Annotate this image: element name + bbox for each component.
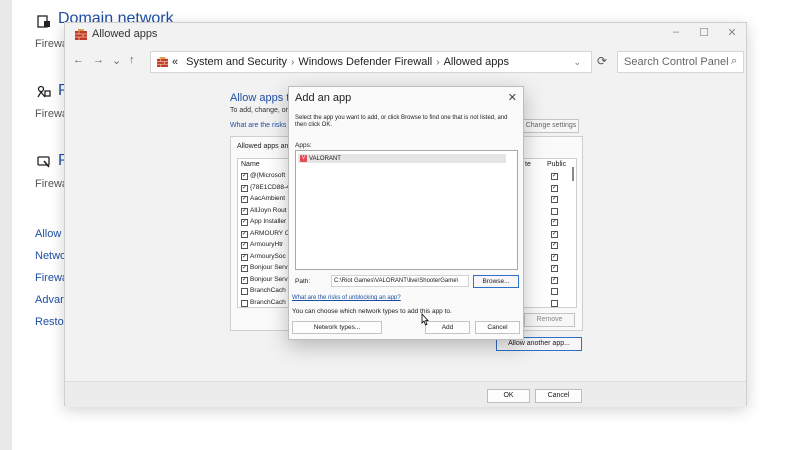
row-app-name: Bonjour Serv (250, 264, 288, 271)
firewall-small-icon (157, 57, 168, 67)
allow-apps-heading: Allow apps to (230, 92, 296, 104)
path-field[interactable]: C:\Riot Games\VALORANT\live\ShooterGame\ (331, 275, 469, 287)
row-checkbox[interactable]: ✓ (241, 230, 248, 238)
breadcrumb-separator: › (436, 56, 440, 68)
minimize-button[interactable]: – (662, 26, 690, 38)
group-title: Allowed apps an (237, 143, 289, 150)
path-label: Path: (295, 278, 311, 285)
refresh-icon[interactable]: ⟳ (597, 54, 607, 68)
breadcrumb-overflow[interactable]: « (172, 56, 178, 68)
row-checkbox[interactable]: ✓ (241, 219, 248, 226)
row-app-name: ARMOURY C (250, 229, 290, 237)
column-public[interactable]: Public (547, 161, 566, 168)
risks-link[interactable]: What are the risks (230, 122, 286, 129)
apps-listbox[interactable]: V VALORANT (295, 150, 518, 270)
row-checkbox[interactable] (241, 288, 248, 295)
unblock-risks-link[interactable]: What are the risks of unblocking an app? (292, 295, 401, 301)
row-app-name: BranchCach (250, 298, 286, 306)
row-checkbox[interactable] (241, 299, 248, 307)
row-checkbox[interactable]: ✓ (241, 265, 248, 272)
address-row: ← → ⌄ ↑ « System and Security › Windows … (65, 51, 746, 73)
row-checkbox[interactable]: ✓ (241, 173, 248, 180)
row-public-checkbox[interactable]: ✓ (551, 219, 558, 226)
row-public-checkbox[interactable]: ✓ (551, 242, 558, 249)
forward-arrow-icon[interactable]: → (93, 54, 104, 66)
dialog-description: Select the app you want to add, or click… (295, 115, 508, 128)
column-name[interactable]: Name (241, 161, 260, 168)
breadcrumb-system-security[interactable]: System and Security (186, 56, 287, 68)
row-app-name: @{Microsoft (250, 172, 286, 179)
breadcrumb-separator: › (291, 56, 295, 68)
row-checkbox[interactable]: ✓ (241, 196, 248, 203)
change-settings-button[interactable]: Change settings (523, 119, 579, 133)
browse-button[interactable]: Browse... (473, 275, 519, 288)
row-checkbox[interactable]: ✓ (241, 184, 248, 192)
remove-button[interactable]: Remove (524, 313, 575, 327)
public-network-icon (37, 156, 50, 168)
add-button[interactable]: Add (425, 321, 470, 334)
row-public-checkbox[interactable]: ✓ (551, 265, 558, 272)
row-public-checkbox[interactable] (551, 299, 558, 307)
search-icon[interactable]: ⌕ (731, 55, 737, 68)
row-public-checkbox[interactable]: ✓ (551, 253, 558, 261)
row-public-checkbox[interactable] (551, 207, 558, 215)
dialog-title: Add an app (295, 92, 352, 104)
row-public-checkbox[interactable]: ✓ (551, 173, 558, 180)
row-public-checkbox[interactable] (551, 288, 558, 295)
bottom-bar: OK Cancel (65, 381, 746, 407)
back-arrow-icon[interactable]: ← (73, 54, 84, 66)
app-list-item[interactable]: V VALORANT (298, 154, 506, 163)
bg-link-restore[interactable]: Restor (35, 316, 67, 328)
left-edge-strip (0, 0, 12, 450)
address-dropdown-icon[interactable]: ⌄ (573, 57, 581, 68)
row-app-name: App Installer (250, 218, 287, 225)
firewall-icon (75, 28, 87, 40)
add-app-dialog: Add an app ✕ Select the app you want to … (288, 86, 524, 340)
row-app-name: BranchCach (250, 287, 286, 294)
apps-label: Apps: (295, 142, 312, 149)
close-button[interactable]: ✕ (718, 26, 746, 39)
search-placeholder: Search Control Panel (624, 56, 729, 68)
column-private[interactable]: te (525, 161, 531, 168)
bg-link-advanced[interactable]: Advar (35, 294, 64, 306)
row-checkbox[interactable]: ✓ (241, 242, 248, 249)
recent-chevron-icon[interactable]: ⌄ (112, 54, 121, 67)
row-public-checkbox[interactable]: ✓ (551, 184, 558, 192)
dialog-close-icon[interactable]: ✕ (508, 91, 517, 104)
valorant-icon: V (300, 155, 307, 162)
row-app-name: ArmouryHtr (250, 241, 284, 248)
row-app-name: AacAmbient (250, 195, 286, 202)
app-name: VALORANT (309, 155, 341, 162)
breadcrumb-firewall[interactable]: Windows Defender Firewall (298, 56, 432, 68)
bg-link-allow[interactable]: Allow (35, 228, 61, 240)
row-app-name: ArmourySoc (250, 252, 286, 260)
address-bar[interactable]: « System and Security › Windows Defender… (150, 51, 592, 73)
allow-apps-subtitle: To add, change, or (230, 107, 288, 114)
ok-button[interactable]: OK (487, 389, 530, 403)
mouse-cursor-icon (421, 313, 429, 326)
row-public-checkbox[interactable]: ✓ (551, 196, 558, 203)
row-checkbox[interactable]: ✓ (241, 253, 248, 261)
network-types-button[interactable]: Network types... (292, 321, 382, 334)
maximize-button[interactable]: ☐ (690, 26, 718, 39)
title-bar: Allowed apps (65, 23, 746, 45)
row-app-name: {78E1CD88-4 (250, 183, 290, 191)
row-checkbox[interactable]: ✓ (241, 276, 248, 284)
window-title: Allowed apps (92, 28, 158, 40)
row-checkbox[interactable]: ✓ (241, 207, 248, 215)
row-app-name: AllJoyn Rout (250, 206, 287, 214)
bg-link-network[interactable]: Netwo (35, 250, 66, 262)
private-network-icon (37, 85, 51, 98)
cancel-button[interactable]: Cancel (535, 389, 582, 403)
dialog-cancel-button[interactable]: Cancel (475, 321, 520, 334)
row-public-checkbox[interactable]: ✓ (551, 230, 558, 238)
breadcrumb-allowed-apps[interactable]: Allowed apps (444, 56, 509, 68)
search-input[interactable]: Search Control Panel ⌕ (617, 51, 744, 73)
row-app-name: Bonjour Serv (250, 275, 288, 283)
list-scrollbar[interactable] (572, 167, 574, 181)
domain-network-icon (37, 15, 50, 28)
row-public-checkbox[interactable]: ✓ (551, 276, 558, 284)
up-arrow-icon[interactable]: ↑ (129, 54, 135, 66)
